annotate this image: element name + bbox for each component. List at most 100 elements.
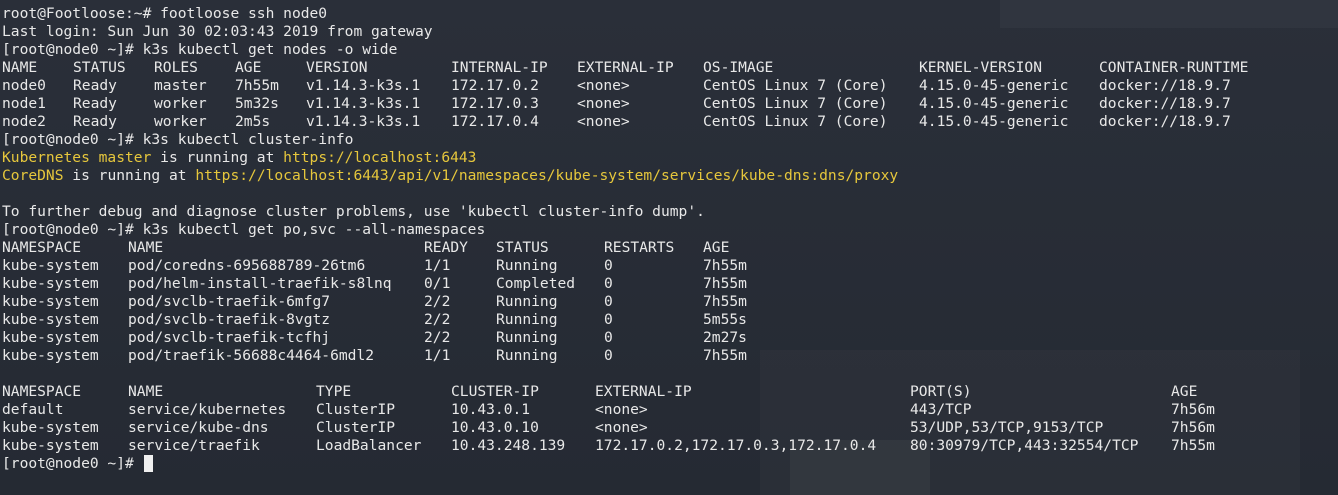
table-cell: ClusterIP	[316, 419, 396, 436]
table-cell: Ready	[73, 113, 117, 130]
table-row: kube-system pod/svclb-traefik-tcfhj 2/2 Run…	[2, 329, 1261, 347]
table-cell: Ready	[73, 77, 117, 94]
table-cell: 7h55m	[703, 347, 747, 364]
table-cell: 1/1	[424, 347, 451, 364]
table-cell: <none>	[577, 113, 630, 130]
table-cell: 7h55m	[703, 275, 747, 292]
pods-table: NAMESPACE NAME READY STATUS RESTARTS AGE kube-…	[2, 239, 1261, 365]
table-cell: 10.43.0.10	[451, 419, 539, 436]
table-cell: CentOS Linux 7 (Core)	[703, 113, 888, 130]
nodes-table: NAME STATUS ROLES AGE VERSION INTERNAL-IP EXTE…	[2, 59, 1261, 131]
cluster-info-master: Kubernetes master is running at https://…	[2, 149, 1261, 167]
column-header: EXTERNAL-IP	[595, 383, 692, 400]
terminal-output: root@Footloose:~# footloose ssh node0 La…	[2, 5, 1261, 473]
table-cell: Running	[496, 311, 558, 328]
session-line: root@Footloose:~# footloose ssh node0	[2, 5, 328, 22]
table-cell: kube-system	[2, 311, 99, 328]
table-header-row: NAMESPACE NAME TYPE CLUSTER-IP EXTERNAL-IP PO…	[2, 383, 1261, 401]
column-header: VERSION	[306, 59, 368, 76]
table-row: kube-system pod/svclb-traefik-8vgtz 2/2 Run…	[2, 311, 1261, 329]
table-cell: kube-system	[2, 419, 99, 436]
table-cell: Running	[496, 293, 558, 310]
cluster-info-dns: CoreDNS is running at https://localhost:…	[2, 167, 1261, 185]
column-header: NAMESPACE	[2, 383, 82, 400]
column-header: CONTAINER-RUNTIME	[1099, 59, 1249, 76]
table-cell: node2	[2, 113, 46, 130]
table-cell: 7h55m	[703, 293, 747, 310]
table-cell: worker	[154, 113, 207, 130]
table-cell: 7h55m	[1171, 437, 1215, 454]
table-cell: 4.15.0-45-generic	[919, 113, 1069, 130]
master-url-link[interactable]: https://localhost:6443	[283, 149, 476, 166]
column-header: STATUS	[73, 59, 126, 76]
services-table: NAMESPACE NAME TYPE CLUSTER-IP EXTERNAL-IP PO…	[2, 383, 1261, 455]
pods-command: [root@node0 ~]# k3s kubectl get po,svc -…	[2, 221, 486, 238]
table-cell: 2/2	[424, 311, 451, 328]
table-cell: 2/2	[424, 329, 451, 346]
table-cell: v1.14.3-k3s.1	[306, 95, 421, 112]
table-cell: CentOS Linux 7 (Core)	[703, 95, 888, 112]
table-cell: 4.15.0-45-generic	[919, 95, 1069, 112]
table-cell: service/traefik	[128, 437, 260, 454]
prompt-line[interactable]: [root@node0 ~]#	[2, 455, 1261, 473]
table-cell: kube-system	[2, 293, 99, 310]
table-cell: 443/TCP	[910, 401, 972, 418]
session-line: Last login: Sun Jun 30 02:03:43 2019 fro…	[2, 23, 433, 40]
table-cell: kube-system	[2, 347, 99, 364]
table-cell: 2m5s	[235, 113, 271, 130]
table-cell: v1.14.3-k3s.1	[306, 113, 421, 130]
terminal-window[interactable]: root@Footloose:~# footloose ssh node0 La…	[0, 0, 1338, 495]
table-cell: 7h55m	[703, 257, 747, 274]
column-header: NAMESPACE	[2, 239, 82, 256]
table-cell: Running	[496, 347, 558, 364]
cluster-info-hint: To further debug and diagnose cluster pr…	[2, 203, 705, 220]
table-row: kube-system pod/helm-install-traefik-s8ln…	[2, 275, 1261, 293]
column-header: ROLES	[154, 59, 198, 76]
table-cell: v1.14.3-k3s.1	[306, 77, 421, 94]
session-line: [root@node0 ~]# k3s kubectl get nodes -o…	[2, 41, 398, 58]
table-row: kube-system service/kube-dns ClusterIP 10.4…	[2, 419, 1261, 437]
table-cell: 1/1	[424, 257, 451, 274]
column-header: INTERNAL-IP	[451, 59, 548, 76]
table-cell: pod/traefik-56688c4464-6mdl2	[128, 347, 375, 364]
table-cell: kube-system	[2, 275, 99, 292]
table-cell: 2/2	[424, 293, 451, 310]
column-header: PORT(S)	[910, 383, 972, 400]
column-header: OS-IMAGE	[703, 59, 774, 76]
column-header: READY	[424, 239, 468, 256]
table-cell: worker	[154, 95, 207, 112]
table-cell: pod/helm-install-traefik-s8lnq	[128, 275, 392, 292]
column-header: NAME	[128, 239, 164, 256]
table-cell: Running	[496, 329, 558, 346]
table-cell: Ready	[73, 95, 117, 112]
table-cell: <none>	[577, 77, 630, 94]
table-cell: docker://18.9.7	[1099, 77, 1231, 94]
table-cell: 5m32s	[235, 95, 279, 112]
table-row: default service/kubernetes ClusterIP 10.43.…	[2, 401, 1261, 419]
table-cell: 5m55s	[703, 311, 747, 328]
table-cell: <none>	[595, 419, 648, 436]
dns-mid-text: is running at	[63, 167, 196, 184]
table-cell: 0	[604, 329, 613, 346]
column-header: CLUSTER-IP	[451, 383, 539, 400]
table-cell: 53/UDP,53/TCP,9153/TCP	[910, 419, 1104, 436]
table-cell: LoadBalancer	[316, 437, 422, 454]
column-header: NAME	[128, 383, 164, 400]
column-header: TYPE	[316, 383, 352, 400]
table-cell: service/kube-dns	[128, 419, 269, 436]
dns-url-link[interactable]: https://localhost:6443/api/v1/namespaces…	[195, 167, 898, 184]
table-cell: pod/coredns-695688789-26tm6	[128, 257, 366, 274]
prompt-text: [root@node0 ~]#	[2, 455, 143, 472]
table-cell: 80:30979/TCP,443:32554/TCP	[910, 437, 1139, 454]
column-header: EXTERNAL-IP	[577, 59, 674, 76]
table-cell: 10.43.248.139	[451, 437, 566, 454]
table-cell: pod/svclb-traefik-6mfg7	[128, 293, 331, 310]
table-cell: 0/1	[424, 275, 451, 292]
table-row: kube-system pod/svclb-traefik-6mfg7 2/2 Run…	[2, 293, 1261, 311]
table-row: kube-system service/traefik LoadBalancer 10…	[2, 437, 1261, 455]
table-cell: 7h55m	[235, 77, 279, 94]
table-cell: <none>	[595, 401, 648, 418]
column-header: AGE	[1171, 383, 1198, 400]
table-row: kube-system pod/coredns-695688789-26tm6 1/…	[2, 257, 1261, 275]
